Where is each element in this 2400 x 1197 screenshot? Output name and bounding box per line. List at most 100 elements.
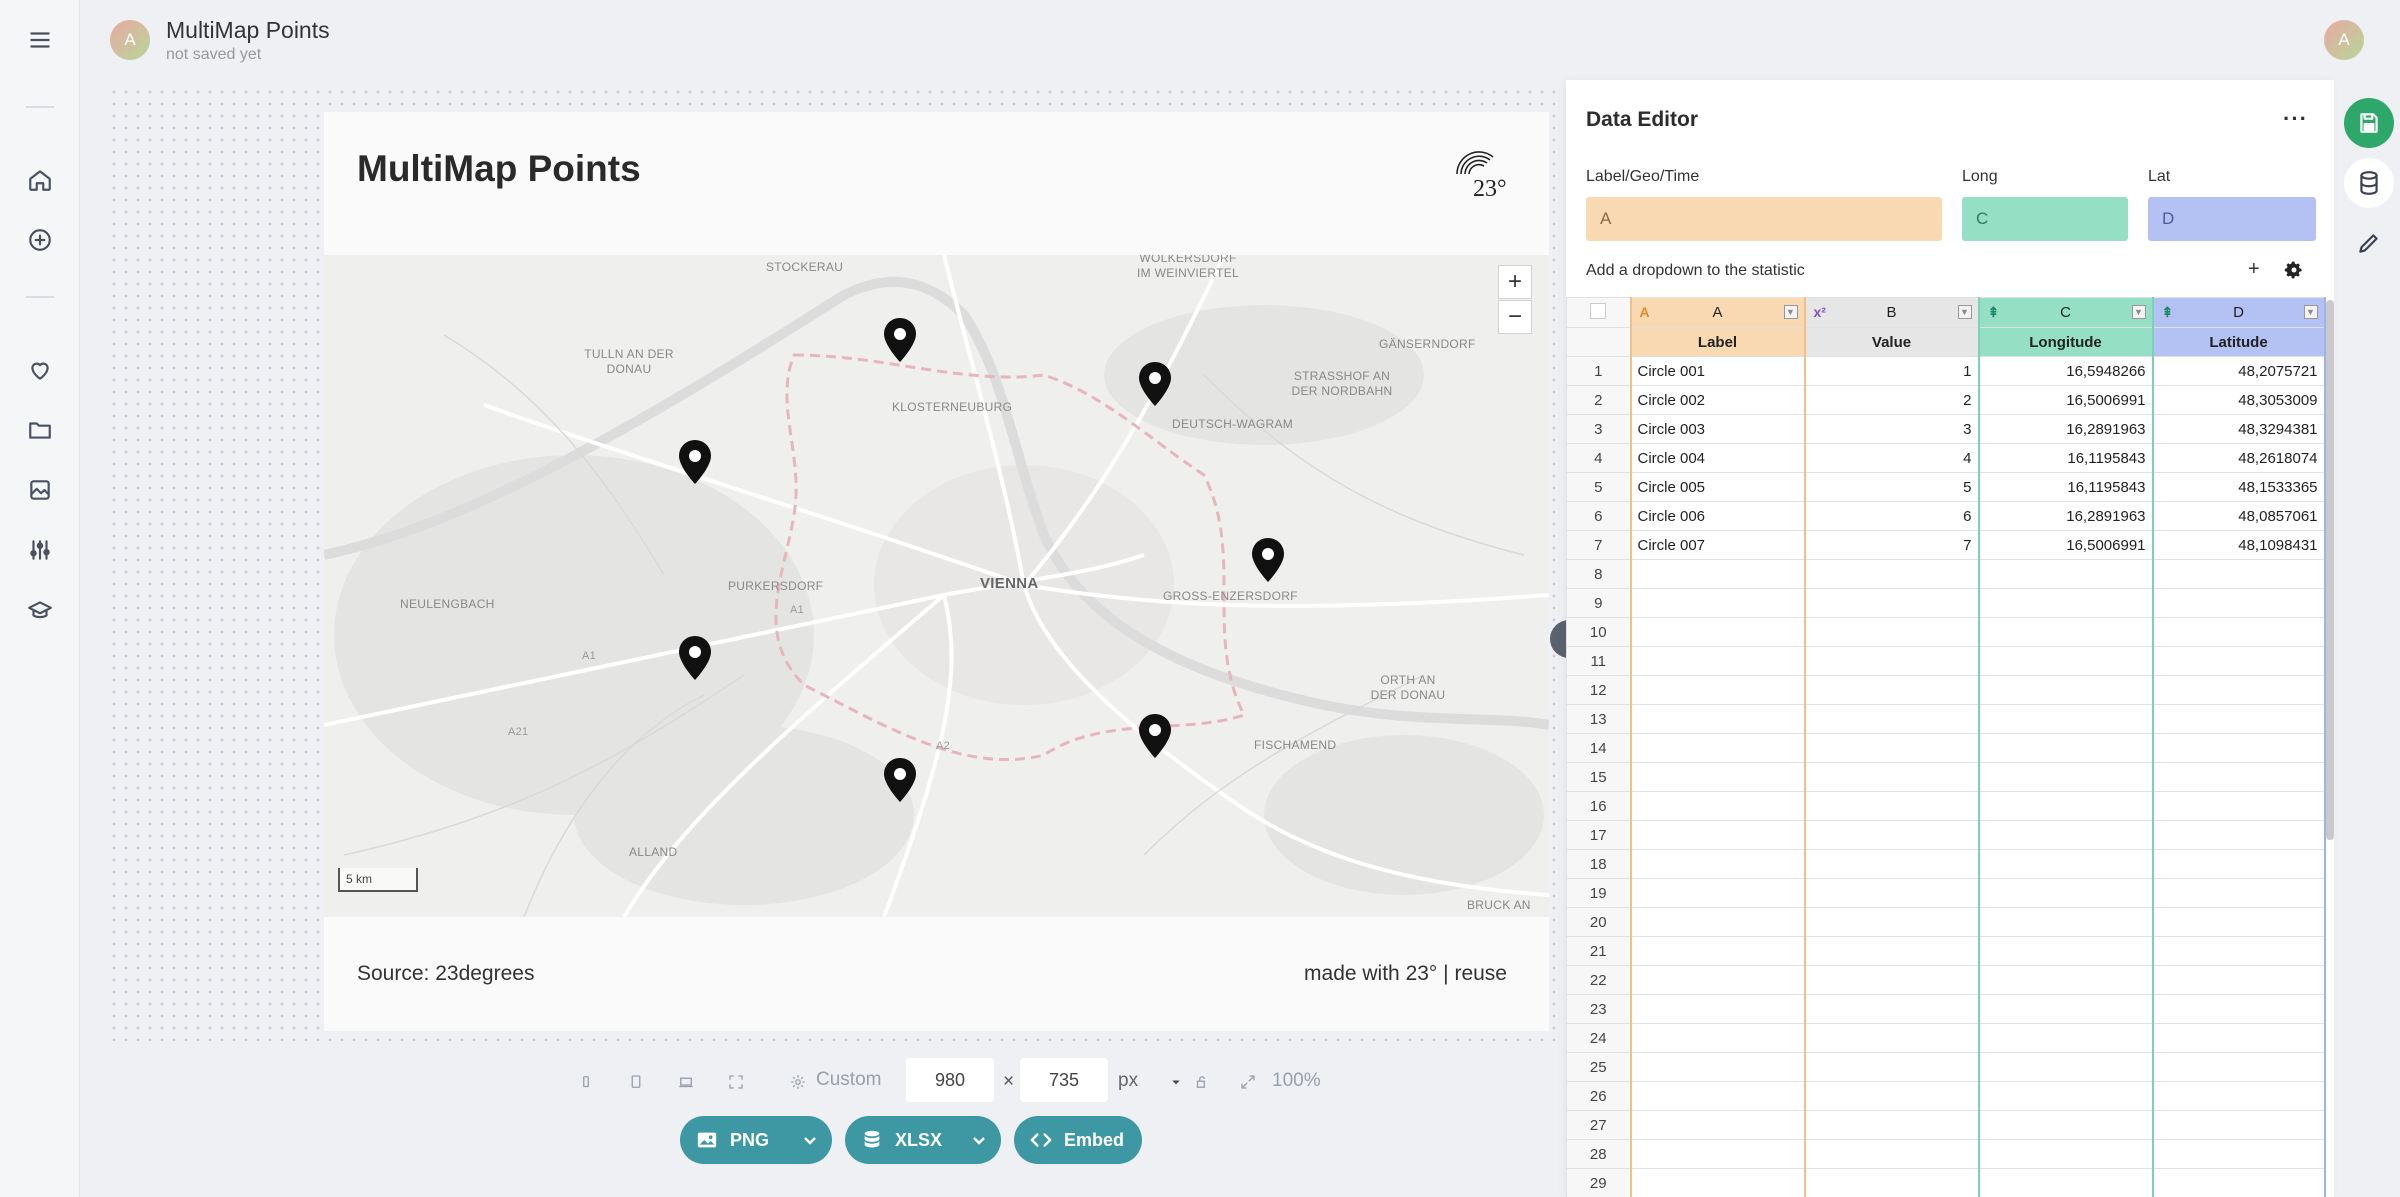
- folder-icon[interactable]: [24, 414, 56, 446]
- table-cell[interactable]: [1803, 1023, 1979, 1053]
- row-number[interactable]: 10: [1566, 617, 1631, 647]
- row-number[interactable]: 15: [1566, 762, 1631, 792]
- row-number[interactable]: 19: [1566, 878, 1631, 908]
- column-header-b[interactable]: x² B ▼: [1803, 297, 1979, 328]
- table-cell[interactable]: 4: [1803, 443, 1979, 473]
- map-pin[interactable]: [882, 757, 918, 803]
- longitude-column-select[interactable]: C: [1962, 197, 2128, 241]
- table-cell[interactable]: [2151, 994, 2326, 1024]
- table-cell[interactable]: [1977, 1052, 2153, 1082]
- document-title[interactable]: MultiMap Points: [166, 17, 330, 44]
- table-cell[interactable]: 16,5006991: [1977, 530, 2153, 560]
- table-cell[interactable]: [2151, 820, 2326, 850]
- table-cell[interactable]: [1977, 849, 2153, 879]
- filter-icon[interactable]: ▼: [1957, 305, 1972, 319]
- table-cell[interactable]: 7: [1803, 530, 1979, 560]
- table-cell[interactable]: [1803, 1052, 1979, 1082]
- table-cell[interactable]: [1803, 617, 1979, 647]
- table-cell[interactable]: 16,1195843: [1977, 472, 2153, 502]
- heart-icon[interactable]: [24, 354, 56, 386]
- table-cell[interactable]: [1803, 849, 1979, 879]
- grid-scrollbar[interactable]: [2326, 300, 2334, 840]
- table-cell[interactable]: [1629, 1110, 1805, 1140]
- table-cell[interactable]: [2151, 878, 2326, 908]
- table-cell[interactable]: 48,3294381: [2151, 414, 2326, 444]
- database-icon[interactable]: [2344, 158, 2394, 208]
- table-cell[interactable]: 2: [1803, 385, 1979, 415]
- table-cell[interactable]: 16,5948266: [1977, 356, 2153, 386]
- table-cell[interactable]: [1629, 907, 1805, 937]
- map-pin[interactable]: [1250, 537, 1286, 583]
- table-cell[interactable]: [1803, 907, 1979, 937]
- table-cell[interactable]: [2151, 733, 2326, 763]
- table-cell[interactable]: 48,1098431: [2151, 530, 2326, 560]
- row-number[interactable]: 11: [1566, 646, 1631, 676]
- image-icon[interactable]: [24, 474, 56, 506]
- table-cell[interactable]: [2151, 1110, 2326, 1140]
- table-cell[interactable]: [1629, 1139, 1805, 1169]
- tablet-size-icon[interactable]: [624, 1070, 648, 1094]
- table-cell[interactable]: [2151, 675, 2326, 705]
- phone-size-icon[interactable]: [574, 1070, 598, 1094]
- table-cell[interactable]: 48,2618074: [2151, 443, 2326, 473]
- table-cell[interactable]: [1629, 646, 1805, 676]
- width-input[interactable]: [906, 1058, 994, 1102]
- png-export-button[interactable]: PNG: [680, 1116, 832, 1164]
- more-options-icon[interactable]: ···: [2283, 106, 2308, 132]
- row-number[interactable]: 22: [1566, 965, 1631, 995]
- latitude-column-select[interactable]: D: [2148, 197, 2316, 241]
- table-cell[interactable]: [1977, 1110, 2153, 1140]
- table-cell[interactable]: 16,2891963: [1977, 501, 2153, 531]
- menu-icon[interactable]: [24, 24, 56, 56]
- table-cell[interactable]: [1803, 704, 1979, 734]
- table-cell[interactable]: [1977, 1023, 2153, 1053]
- table-cell[interactable]: [1803, 994, 1979, 1024]
- row-number[interactable]: 27: [1566, 1110, 1631, 1140]
- map-pin[interactable]: [1137, 361, 1173, 407]
- table-cell[interactable]: [1629, 1168, 1805, 1197]
- table-cell[interactable]: [2151, 559, 2326, 589]
- table-cell[interactable]: [1977, 559, 2153, 589]
- table-cell[interactable]: [1629, 1081, 1805, 1111]
- map-pin[interactable]: [677, 439, 713, 485]
- zoom-out-button[interactable]: −: [1498, 300, 1532, 334]
- xlsx-export-button[interactable]: XLSX: [845, 1116, 1001, 1164]
- table-cell[interactable]: Circle 003: [1629, 414, 1805, 444]
- unit-select[interactable]: px: [1118, 1070, 1138, 1092]
- label-column-select[interactable]: A: [1586, 197, 1942, 241]
- table-cell[interactable]: [1629, 733, 1805, 763]
- table-cell[interactable]: 48,1533365: [2151, 472, 2326, 502]
- table-cell[interactable]: [1629, 849, 1805, 879]
- row-number[interactable]: 1: [1566, 356, 1631, 386]
- row-number[interactable]: 26: [1566, 1081, 1631, 1111]
- table-cell[interactable]: 16,1195843: [1977, 443, 2153, 473]
- row-number[interactable]: 4: [1566, 443, 1631, 473]
- table-cell[interactable]: Circle 007: [1629, 530, 1805, 560]
- table-cell[interactable]: [1629, 1052, 1805, 1082]
- table-cell[interactable]: [1803, 791, 1979, 821]
- table-cell[interactable]: [1803, 1168, 1979, 1197]
- fullscreen-icon[interactable]: [724, 1070, 748, 1094]
- custom-size-label[interactable]: Custom: [816, 1069, 881, 1091]
- table-cell[interactable]: [1803, 559, 1979, 589]
- zoom-in-button[interactable]: +: [1498, 265, 1532, 299]
- row-number[interactable]: 23: [1566, 994, 1631, 1024]
- row-number[interactable]: 29: [1566, 1168, 1631, 1197]
- row-number[interactable]: 8: [1566, 559, 1631, 589]
- row-number[interactable]: 13: [1566, 704, 1631, 734]
- chevron-down-icon[interactable]: [1164, 1070, 1188, 1094]
- table-cell[interactable]: [2151, 762, 2326, 792]
- table-cell[interactable]: [1803, 762, 1979, 792]
- table-cell[interactable]: [2151, 791, 2326, 821]
- table-cell[interactable]: [1977, 965, 2153, 995]
- table-cell[interactable]: [2151, 907, 2326, 937]
- row-number[interactable]: 20: [1566, 907, 1631, 937]
- column-name-latitude[interactable]: Latitude: [2151, 327, 2326, 357]
- table-cell[interactable]: [1803, 646, 1979, 676]
- table-cell[interactable]: [1803, 1110, 1979, 1140]
- table-cell[interactable]: [2151, 704, 2326, 734]
- table-cell[interactable]: [1629, 820, 1805, 850]
- table-cell[interactable]: 6: [1803, 501, 1979, 531]
- row-number[interactable]: 9: [1566, 588, 1631, 618]
- table-cell[interactable]: [1629, 617, 1805, 647]
